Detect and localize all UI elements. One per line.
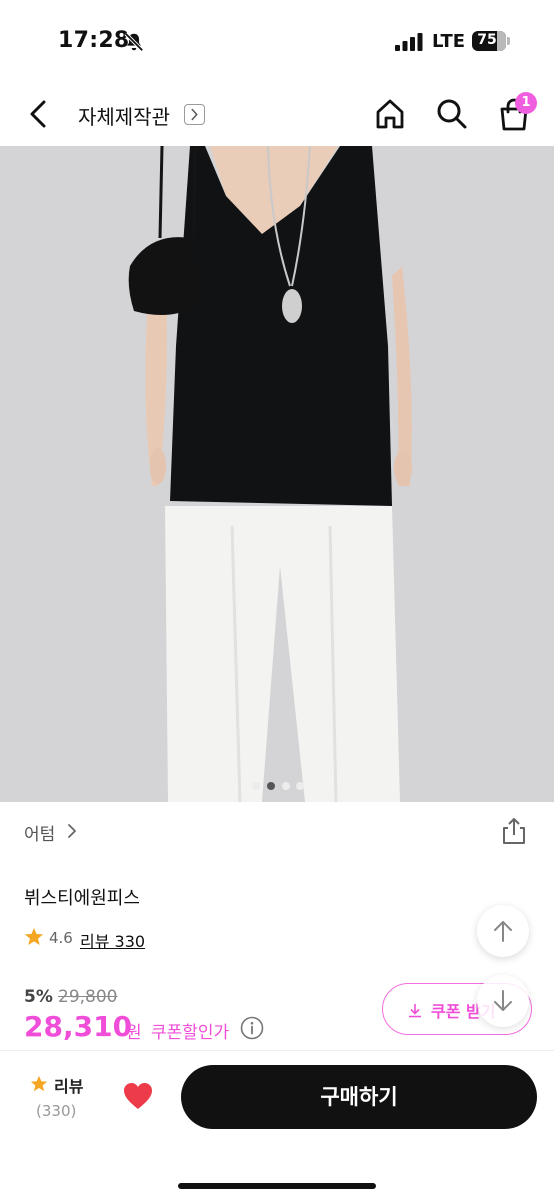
gallery-dot[interactable] <box>282 782 290 790</box>
signal-icon <box>395 33 423 51</box>
battery-icon: 75 <box>472 31 510 51</box>
coupon-price-label: 쿠폰할인가 <box>151 1023 230 1043</box>
bell-off-icon <box>124 32 144 52</box>
chevron-right-icon[interactable] <box>64 822 80 840</box>
cart-count-badge: 1 <box>515 92 537 114</box>
status-time: 17:28 <box>58 28 130 53</box>
download-icon <box>409 1004 421 1018</box>
battery-level: 75 <box>477 32 497 48</box>
chevron-right-icon[interactable] <box>184 104 205 125</box>
gallery-dot[interactable] <box>252 782 260 790</box>
original-price: 29,800 <box>58 987 118 1007</box>
shop-title[interactable]: 자체제작관 <box>78 101 170 130</box>
star-icon <box>30 1075 48 1092</box>
gallery-dots <box>252 782 304 792</box>
info-icon[interactable] <box>240 1016 264 1040</box>
heart-icon[interactable] <box>122 1081 154 1111</box>
star-icon <box>25 928 43 945</box>
share-icon[interactable] <box>500 816 528 846</box>
arrow-down-icon <box>494 990 512 1011</box>
discount-rate: 5% <box>24 987 53 1007</box>
product-name: 뷔스티에원피스 <box>24 888 140 909</box>
review-tab-label[interactable]: 리뷰 <box>54 1073 83 1097</box>
review-count[interactable]: (330) <box>36 1102 76 1120</box>
gallery-dot[interactable] <box>296 782 304 790</box>
top-nav: 자체제작관 1 <box>0 84 554 146</box>
rating-value: 4.6 <box>49 929 73 947</box>
scroll-to-top-button[interactable] <box>477 905 529 957</box>
review-link[interactable]: 리뷰 330 <box>80 928 145 952</box>
home-icon[interactable] <box>372 96 408 132</box>
bottom-action-bar: 리뷰 (330) 구매하기 <box>0 1050 554 1200</box>
product-photo <box>0 146 554 802</box>
product-image-gallery[interactable] <box>0 146 554 802</box>
arrow-up-icon <box>494 921 512 942</box>
home-indicator <box>178 1183 376 1189</box>
brand-name[interactable]: 어텀 <box>24 820 55 845</box>
search-icon[interactable] <box>434 96 470 132</box>
gallery-dot-active[interactable] <box>267 782 275 790</box>
currency-unit: 원 <box>126 1023 142 1043</box>
network-type: LTE <box>432 31 466 52</box>
buy-button[interactable]: 구매하기 <box>181 1065 537 1129</box>
sale-price: 28,310 <box>24 1010 133 1043</box>
back-arrow-icon[interactable] <box>22 96 58 132</box>
scroll-to-bottom-button[interactable] <box>477 975 529 1027</box>
status-bar: 17:28 LTE 75 <box>0 0 554 84</box>
